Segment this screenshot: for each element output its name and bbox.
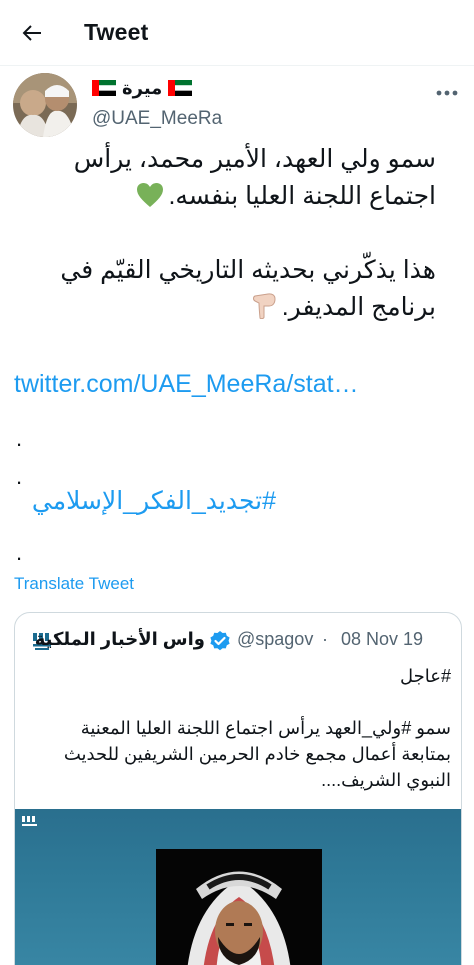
quoted-tweet-text: سمو #ولي_العهد يرأس اجتماع اللجنة العليا… bbox=[80, 718, 451, 738]
quoted-tweet-card[interactable]: واس الأخبار الملكية @spagov · 08 Nov 19 … bbox=[14, 612, 462, 965]
pointing-down-hand-icon bbox=[252, 293, 276, 319]
dot-separator: . bbox=[16, 540, 23, 565]
uae-flag-icon bbox=[92, 80, 116, 96]
avatar[interactable] bbox=[13, 73, 77, 137]
quoted-tweet-date: 08 Nov 19 bbox=[341, 629, 424, 649]
author-name: ميرة bbox=[122, 77, 163, 98]
tweet-text: برنامج المديفر. bbox=[281, 293, 436, 321]
tweet-text: اجتماع اللجنة العليا بنفسه. bbox=[168, 182, 436, 210]
quoted-tweet-text: #عاجل bbox=[400, 666, 451, 686]
portrait-photo bbox=[156, 849, 322, 965]
quoted-author-name: واس الأخبار الملكية bbox=[34, 629, 205, 649]
more-button[interactable] bbox=[433, 82, 461, 104]
quoted-tweet-image[interactable] bbox=[15, 809, 461, 965]
dot-separator: . bbox=[16, 464, 23, 489]
quoted-tweet-text: النبوي الشريف.... bbox=[321, 770, 451, 790]
green-heart-icon bbox=[137, 183, 164, 207]
quoted-author-handle: @spagov bbox=[237, 629, 314, 649]
tweet-text-line: برنامج المديفر. bbox=[14, 289, 436, 326]
tweet-text: سمو ولي العهد، الأمير محمد، يرأس bbox=[73, 145, 436, 173]
arrow-left-icon bbox=[22, 25, 41, 41]
page-title: Tweet bbox=[84, 19, 149, 45]
top-bar: Tweet bbox=[0, 0, 474, 66]
quoted-tweet-text: بمتابعة أعمال مجمع خادم الحرمين الشريفين… bbox=[63, 744, 451, 764]
back-button[interactable] bbox=[16, 19, 48, 47]
verified-badge-icon bbox=[210, 631, 230, 651]
tweet-text: هذا يذكّرني بحديثه التاريخي القيّم في bbox=[60, 256, 436, 284]
tweet-text-line: هذا يذكّرني بحديثه التاريخي القيّم في bbox=[14, 252, 436, 289]
more-horizontal-icon bbox=[436, 90, 458, 96]
spa-logo-icon bbox=[22, 816, 37, 826]
author-name-row[interactable]: ميرة bbox=[92, 74, 193, 102]
quoted-tweet-header: واس الأخبار الملكية @spagov · 08 Nov 19 bbox=[15, 627, 461, 655]
dot-separator: · bbox=[322, 629, 328, 649]
tweet-text-line: اجتماع اللجنة العليا بنفسه. bbox=[14, 178, 436, 215]
tweet-text-line: سمو ولي العهد، الأمير محمد، يرأس bbox=[14, 141, 436, 178]
translate-tweet-link[interactable]: Translate Tweet bbox=[14, 574, 134, 594]
author-handle: @UAE_MeeRa bbox=[92, 108, 223, 129]
dot-separator: . bbox=[16, 426, 23, 451]
tweet-link[interactable]: twitter.com/UAE_MeeRa/stat… bbox=[14, 370, 359, 399]
hashtag-link[interactable]: #تجديد_الفكر_الإسلامي bbox=[14, 486, 276, 516]
uae-flag-icon bbox=[168, 80, 193, 96]
